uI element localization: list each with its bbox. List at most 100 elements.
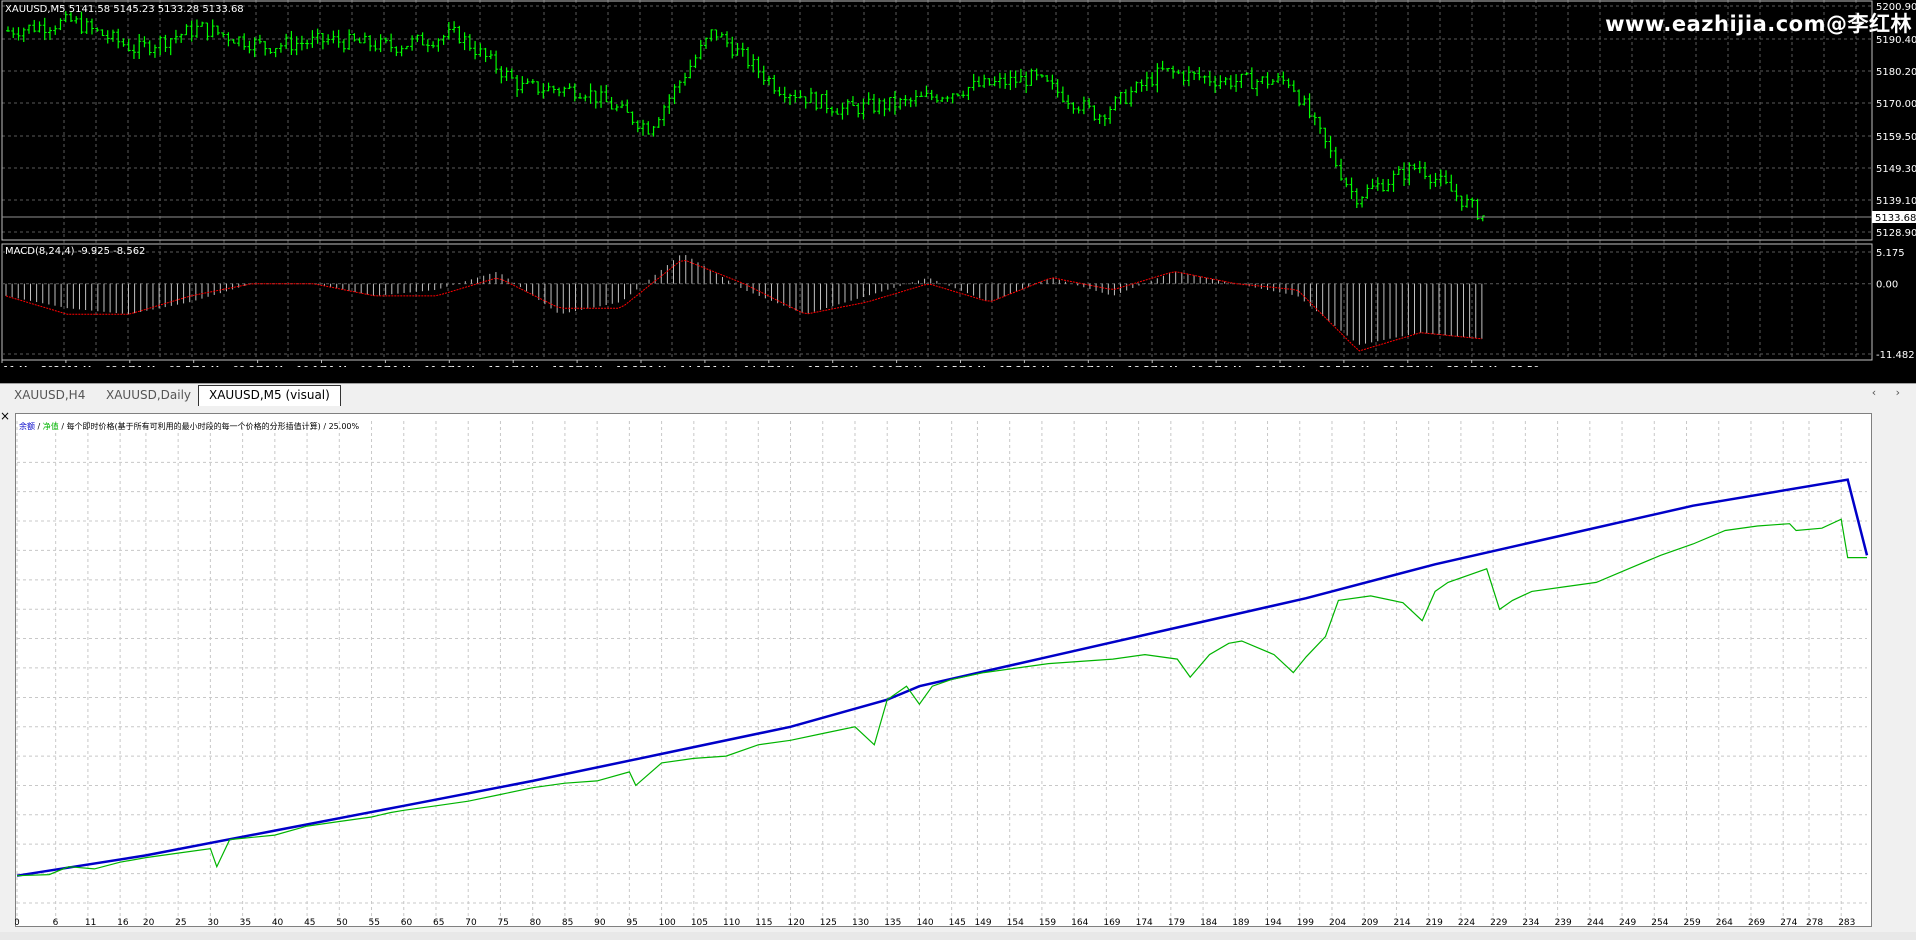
price-bar bbox=[21, 27, 26, 43]
graph-x-label: 50 bbox=[336, 918, 348, 927]
price-bar bbox=[1171, 65, 1176, 79]
price-bar bbox=[688, 59, 693, 79]
price-bar bbox=[1123, 89, 1128, 105]
price-bar bbox=[504, 67, 509, 82]
legend-separator: / bbox=[59, 422, 67, 431]
price-bar bbox=[399, 45, 404, 57]
price-bar bbox=[1265, 72, 1270, 89]
price-bar bbox=[976, 76, 981, 88]
price-bar bbox=[1008, 70, 1013, 91]
price-bar bbox=[1449, 174, 1454, 192]
price-bar bbox=[1039, 74, 1044, 78]
price-bar bbox=[667, 94, 672, 114]
chart-tab-bar: XAUUSD,H4 XAUUSD,Daily XAUUSD,M5 (visual… bbox=[0, 383, 1916, 406]
tab-scroll-arrows[interactable]: ‹ › bbox=[1872, 386, 1908, 399]
price-bar bbox=[173, 29, 178, 44]
price-bar bbox=[945, 95, 950, 102]
graph-x-label: 149 bbox=[974, 918, 991, 927]
price-bar bbox=[1066, 94, 1071, 109]
time-axis-label: 11 Mar 12:50 bbox=[514, 365, 581, 367]
price-bar bbox=[793, 89, 798, 103]
time-axis-label: 11 Mar 22:30 bbox=[1345, 365, 1412, 367]
graph-x-label: 110 bbox=[723, 918, 740, 927]
price-bar bbox=[126, 38, 131, 52]
price-bar bbox=[557, 87, 562, 97]
price-bar bbox=[515, 75, 520, 97]
macd-info: MACD(8,24,4) -9.925 -8.562 bbox=[5, 246, 145, 257]
price-bar bbox=[289, 30, 294, 56]
price-bar bbox=[877, 98, 882, 115]
price-bar bbox=[263, 41, 268, 56]
price-bar bbox=[1465, 194, 1470, 208]
price-bar bbox=[1402, 162, 1407, 187]
price-bar bbox=[766, 75, 771, 86]
price-bar bbox=[1076, 106, 1081, 114]
price-bar bbox=[1176, 69, 1181, 75]
macd-panel-frame bbox=[1, 243, 1873, 361]
graph-x-label: 274 bbox=[1780, 918, 1797, 927]
price-axis-label: 5159.50 bbox=[1876, 132, 1916, 143]
time-axis-label: 11 Mar 18:10 bbox=[1025, 365, 1092, 367]
graph-x-label: 70 bbox=[465, 918, 477, 927]
graph-x-label: 189 bbox=[1232, 918, 1249, 927]
tab-xauusd-h4[interactable]: XAUUSD,H4 bbox=[4, 386, 95, 405]
price-bar bbox=[808, 87, 813, 104]
price-bar bbox=[1312, 112, 1317, 126]
price-bar bbox=[845, 99, 850, 116]
price-bar bbox=[919, 91, 924, 98]
graph-x-label: 239 bbox=[1555, 918, 1572, 927]
price-bar bbox=[1365, 184, 1370, 199]
price-bar bbox=[992, 76, 997, 87]
graph-x-label: 135 bbox=[884, 918, 901, 927]
graph-x-label: 169 bbox=[1103, 918, 1120, 927]
graph-x-label: 130 bbox=[852, 918, 869, 927]
price-bar bbox=[410, 35, 415, 51]
price-bar bbox=[331, 30, 336, 44]
price-bar bbox=[840, 102, 845, 120]
graph-x-label: 90 bbox=[594, 918, 606, 927]
graph-x-label: 40 bbox=[272, 918, 284, 927]
price-bar bbox=[226, 32, 231, 47]
price-bar bbox=[179, 33, 184, 43]
price-bar bbox=[1260, 76, 1265, 84]
price-bar bbox=[1207, 71, 1212, 87]
price-bar bbox=[147, 40, 152, 56]
price-bar bbox=[583, 94, 588, 102]
price-chart-svg[interactable]: XAUUSD,M5 5141.58 5145.23 5133.28 5133.6… bbox=[0, 0, 1916, 367]
time-axis-label: 11 Mar 2026 bbox=[3, 365, 66, 367]
price-bar bbox=[651, 125, 656, 137]
price-bar bbox=[1024, 71, 1029, 94]
price-bar bbox=[357, 37, 362, 44]
price-bar bbox=[1286, 78, 1291, 89]
price-bar bbox=[772, 74, 777, 94]
price-bar bbox=[1297, 89, 1302, 107]
price-bar bbox=[1349, 177, 1354, 200]
price-bar bbox=[89, 18, 94, 35]
price-axis-label: 5128.90 bbox=[1876, 228, 1916, 239]
price-bar bbox=[1092, 105, 1097, 121]
price-bar bbox=[1228, 75, 1233, 90]
price-bar bbox=[1055, 79, 1060, 98]
graph-x-label: 45 bbox=[304, 918, 315, 927]
graph-x-label: 209 bbox=[1361, 918, 1378, 927]
price-bar bbox=[1276, 72, 1281, 84]
price-bar bbox=[1381, 178, 1386, 192]
price-bar bbox=[215, 25, 220, 36]
graph-x-label: 65 bbox=[433, 918, 444, 927]
price-bar bbox=[53, 25, 58, 35]
price-bar bbox=[131, 44, 136, 59]
price-bar bbox=[1323, 127, 1328, 149]
price-bar bbox=[982, 74, 987, 88]
price-bar bbox=[1202, 75, 1207, 84]
price-chart-window[interactable]: XAUUSD,M5 5141.58 5145.23 5133.28 5133.6… bbox=[0, 0, 1916, 367]
price-bar bbox=[625, 99, 630, 113]
graph-x-label: 224 bbox=[1458, 918, 1475, 927]
tab-xauusd-daily[interactable]: XAUUSD,Daily bbox=[96, 386, 201, 405]
price-bar bbox=[798, 90, 803, 99]
graph-x-label: 249 bbox=[1619, 918, 1636, 927]
price-bar bbox=[929, 89, 934, 101]
close-icon[interactable]: × bbox=[0, 409, 10, 423]
graph-x-label: 264 bbox=[1716, 918, 1733, 927]
tab-xauusd-m5-visual[interactable]: XAUUSD,M5 (visual) bbox=[198, 385, 341, 406]
macd-axis-label: 5.175 bbox=[1876, 248, 1905, 259]
